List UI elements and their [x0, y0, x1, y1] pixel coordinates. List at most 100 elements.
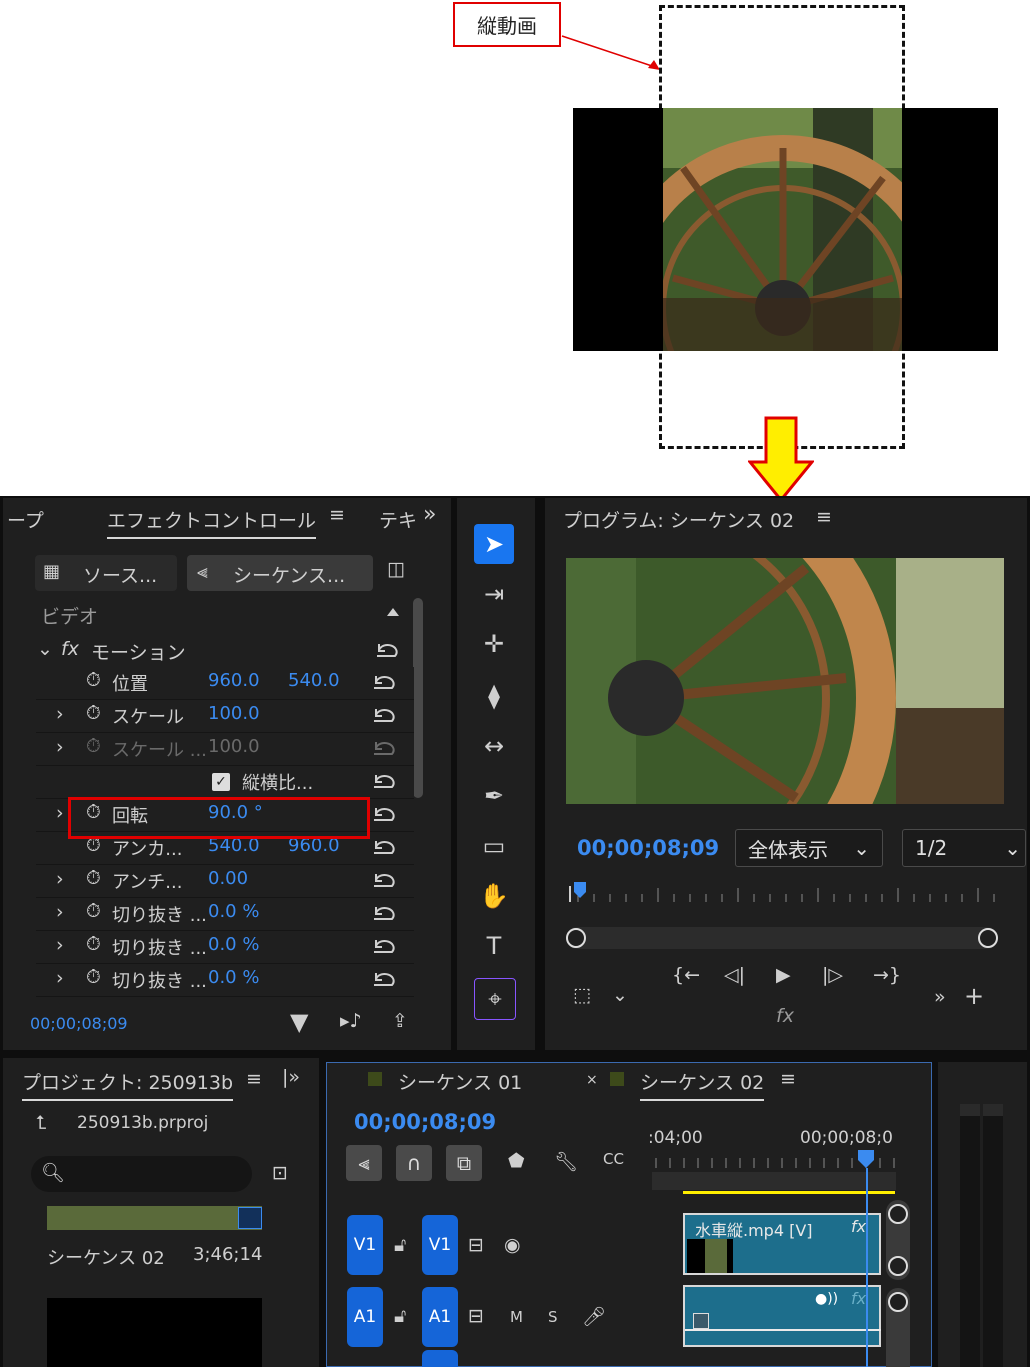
project-menu-icon[interactable]: ≡	[246, 1068, 262, 1090]
panel-toggle-icon[interactable]: ◫	[387, 558, 405, 580]
project-title[interactable]: プロジェクト: 250913b	[22, 1068, 234, 1101]
timeline-ruler[interactable]	[652, 1150, 896, 1194]
zoom-handle-right[interactable]	[978, 928, 998, 948]
close-icon[interactable]: ×	[586, 1072, 598, 1088]
reset-icon[interactable]	[370, 969, 398, 991]
tab-sequence-02[interactable]: シーケンス 02	[640, 1068, 765, 1101]
reset-icon[interactable]	[370, 936, 398, 958]
stopwatch-icon[interactable]: ⏱︎	[86, 933, 101, 955]
source-tab-button[interactable]: ▦ ソース...	[35, 555, 177, 591]
tab-prev[interactable]: ープ	[7, 506, 44, 533]
search-input[interactable]: 🔍︎	[31, 1156, 252, 1192]
timeline-menu-icon[interactable]: ≡	[780, 1068, 796, 1090]
step-forward-icon[interactable]: |▷	[822, 964, 843, 986]
sync-lock-icon[interactable]: ⊟	[468, 1234, 484, 1256]
program-monitor-title[interactable]: プログラム: シーケンス 02	[563, 506, 794, 533]
a-track-scroll[interactable]	[886, 1288, 910, 1367]
solo-button[interactable]: S	[548, 1308, 558, 1326]
stopwatch-icon[interactable]: ⏱︎	[86, 966, 101, 988]
play-icon[interactable]: ▶	[776, 964, 791, 986]
param-value-1[interactable]: 0.0 %	[208, 901, 259, 922]
sync-lock-icon[interactable]: ⊟	[468, 1305, 484, 1327]
param-value-1[interactable]: 0.00	[208, 868, 248, 889]
mark-in-icon[interactable]: {←	[672, 964, 700, 986]
mark-out-icon[interactable]: →}	[873, 964, 901, 986]
snap-magnet-icon[interactable]: ∩	[396, 1145, 432, 1181]
stopwatch-icon[interactable]: ⏱︎	[86, 669, 101, 691]
sequence-tab-button[interactable]: ⫷ シーケンス...	[187, 555, 373, 591]
scrollbar[interactable]	[413, 598, 423, 798]
linked-selection-icon[interactable]: ⧉	[446, 1145, 482, 1181]
reset-icon[interactable]	[370, 705, 398, 727]
add-marker-icon[interactable]: ⬟	[508, 1150, 525, 1172]
v1-target-button[interactable]: V1	[422, 1215, 458, 1275]
overflow-chevron-icon[interactable]: |»	[282, 1066, 300, 1088]
razor-icon[interactable]: ⧫	[474, 676, 514, 716]
audio-play-icon[interactable]: ▸♪	[340, 1010, 362, 1032]
reset-icon[interactable]	[370, 837, 398, 859]
reset-icon[interactable]	[370, 870, 398, 892]
tab-effect-controls[interactable]: エフェクトコントロール	[107, 506, 317, 539]
track-select-icon[interactable]: ⇥	[474, 574, 514, 614]
param-value-1[interactable]: 0.0 %	[208, 934, 259, 955]
selection-tool-icon[interactable]: ➤	[474, 524, 514, 564]
mute-button[interactable]: M	[510, 1308, 523, 1326]
auto-reframe-icon[interactable]: ⌖	[474, 978, 516, 1020]
chevron-right-icon[interactable]: ›	[56, 967, 64, 989]
stopwatch-icon[interactable]: ⏱︎	[86, 900, 101, 922]
chevron-right-icon[interactable]: ›	[56, 802, 64, 824]
param-value-1[interactable]: 100.0	[208, 703, 260, 724]
param-value-1[interactable]: 960.0	[208, 670, 260, 691]
ripple-edit-icon[interactable]: ✛	[474, 624, 514, 664]
tab-sequence-01[interactable]: シーケンス 01	[398, 1068, 522, 1095]
resolution-dropdown[interactable]: 1/2 ⌄	[902, 829, 1026, 867]
audio-clip[interactable]: ●)) fx	[683, 1285, 881, 1347]
stopwatch-icon[interactable]: ⏱︎	[86, 702, 101, 724]
project-item-name[interactable]: シーケンス 02	[47, 1244, 165, 1270]
search-field[interactable]	[75, 1162, 239, 1182]
wrench-icon[interactable]: 🔧︎	[554, 1150, 578, 1173]
filter-icon[interactable]: ▼	[290, 1008, 308, 1036]
stopwatch-icon[interactable]: ⏱︎	[86, 867, 101, 889]
program-time-ruler[interactable]	[566, 880, 1006, 906]
chevron-right-icon[interactable]: ›	[56, 934, 64, 956]
param-value-1[interactable]: 0.0 %	[208, 967, 259, 988]
fit-dropdown[interactable]: 全体表示 ⌄	[735, 829, 883, 867]
reset-icon[interactable]	[370, 771, 398, 793]
lock-icon[interactable]: 🔓︎	[394, 1234, 406, 1256]
rectangle-icon[interactable]: ▭	[474, 826, 514, 866]
microphone-icon[interactable]: 🎤︎	[582, 1305, 606, 1328]
a1-target-button[interactable]: A1	[422, 1287, 458, 1347]
v1-source-patch[interactable]: V1	[347, 1215, 383, 1275]
param-value-2[interactable]: 540.0	[288, 670, 340, 691]
lock-icon[interactable]: 🔓︎	[394, 1305, 406, 1327]
stopwatch-icon[interactable]: ⏱︎	[86, 735, 101, 757]
chevron-right-icon[interactable]: ›	[56, 736, 64, 758]
chevron-right-icon[interactable]: ›	[56, 901, 64, 923]
collapse-up-icon[interactable]	[387, 608, 399, 616]
pen-icon[interactable]: ✒	[474, 776, 514, 816]
reset-icon[interactable]	[373, 640, 401, 662]
video-clip[interactable]: 水車縦.mp4 [V] fx	[683, 1213, 881, 1275]
hand-icon[interactable]: ✋	[474, 876, 514, 916]
program-menu-icon[interactable]: ≡	[816, 506, 832, 528]
safe-margin-icon[interactable]: ⬚	[573, 984, 591, 1006]
slip-icon[interactable]: ↔	[474, 726, 514, 766]
eye-icon[interactable]: ◉	[504, 1234, 521, 1256]
reset-icon[interactable]	[370, 804, 398, 826]
chevron-right-icon[interactable]: ›	[56, 703, 64, 725]
playhead-line[interactable]	[866, 1168, 868, 1367]
zoom-scroll-bar[interactable]	[566, 927, 998, 949]
reset-icon[interactable]	[370, 672, 398, 694]
add-button-icon[interactable]: +	[964, 982, 984, 1010]
zoom-handle-left[interactable]	[566, 928, 586, 948]
hamburger-icon[interactable]: ≡	[329, 504, 345, 526]
overflow-chevron-icon[interactable]: »	[423, 502, 436, 527]
insert-sequence-icon[interactable]: ⫷	[346, 1145, 382, 1181]
overflow-chevron-icon[interactable]: »	[934, 986, 946, 1008]
export-icon[interactable]: ⇪	[392, 1010, 408, 1032]
step-back-icon[interactable]: ◁|	[724, 964, 745, 986]
param-value-1[interactable]: 100.0	[208, 736, 260, 757]
chevron-down-icon[interactable]: ⌄	[612, 984, 628, 1006]
chevron-down-icon[interactable]: ⌄	[37, 638, 53, 660]
